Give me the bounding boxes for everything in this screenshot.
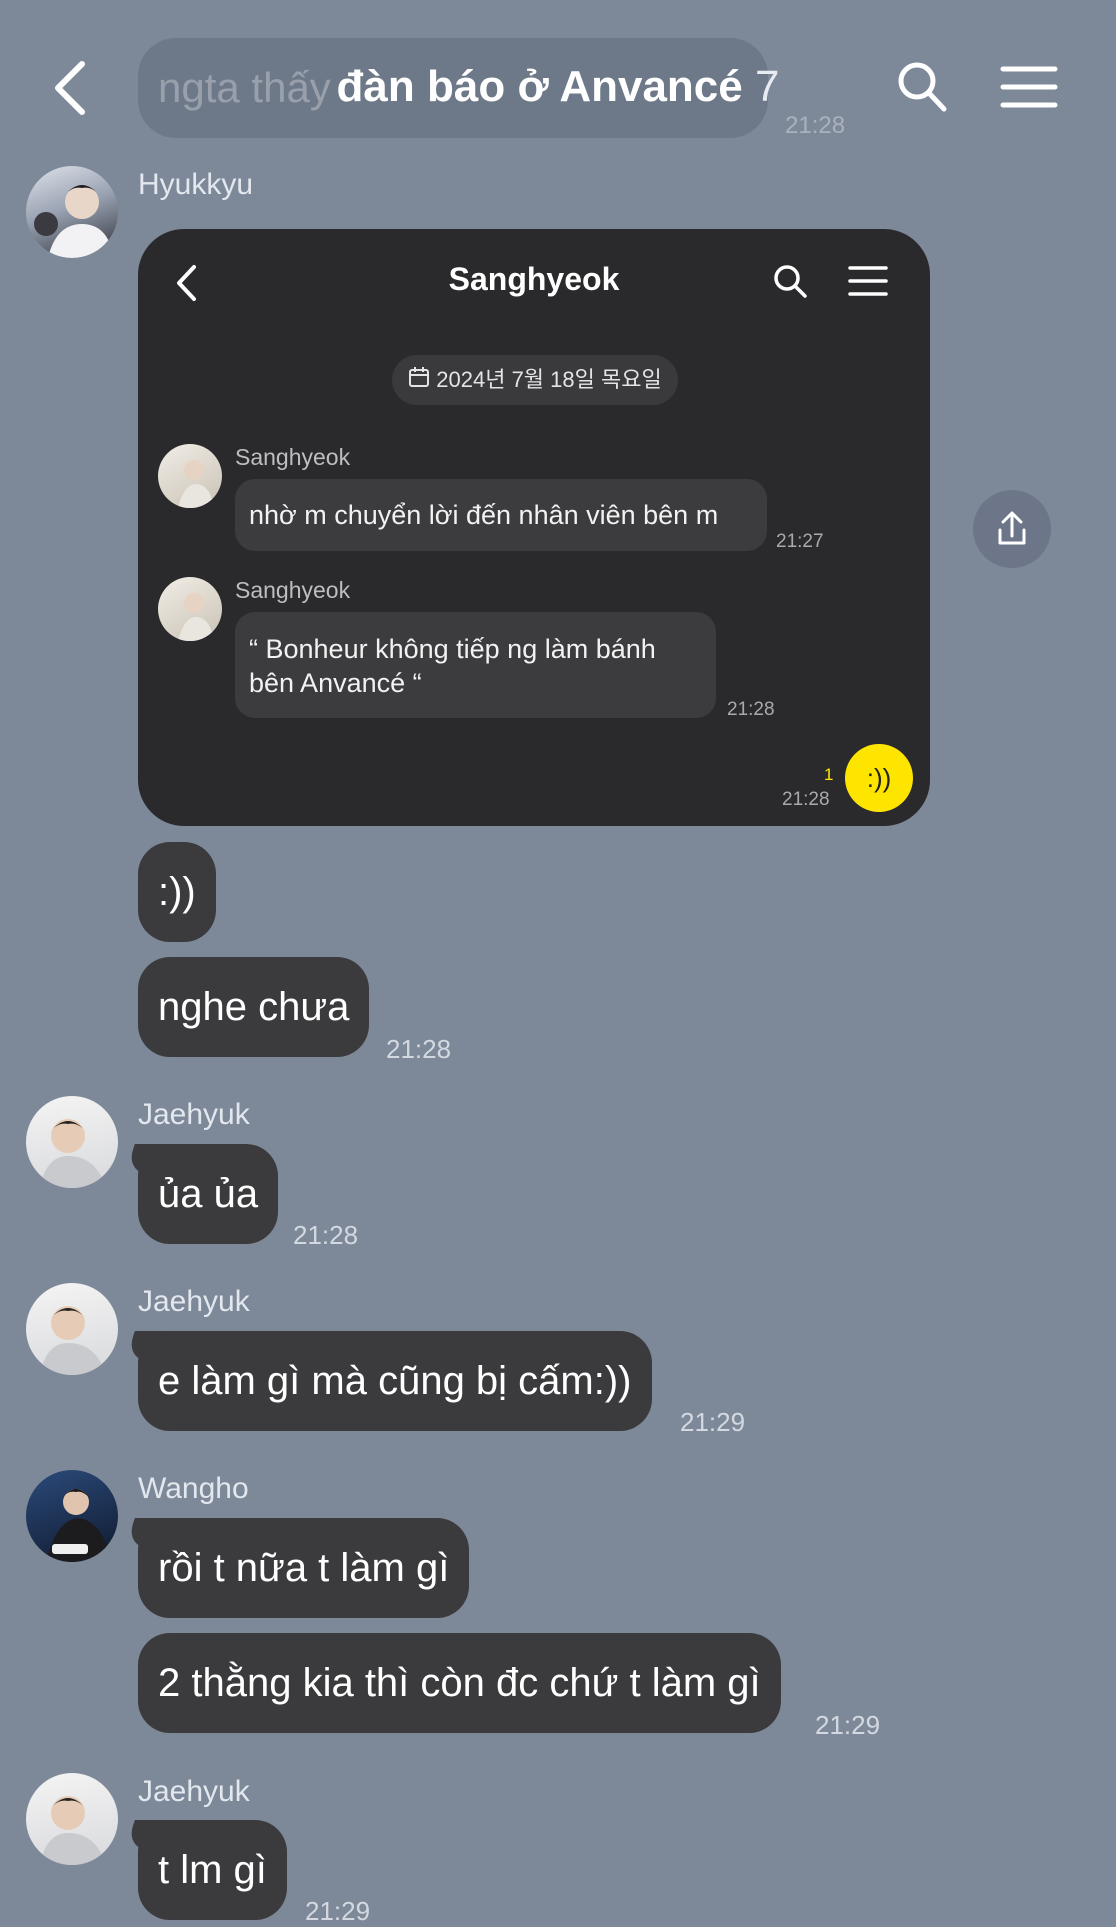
mini-message-bubble: “ Bonheur không tiếp ng làm bánh bên Anv…	[235, 612, 716, 718]
avatar-jaehyuk[interactable]	[26, 1096, 118, 1188]
chat-title: đàn báo ở Anvancé 7	[0, 62, 1116, 112]
message-text: t lm gì	[158, 1848, 267, 1892]
avatar-jaehyuk[interactable]	[26, 1283, 118, 1375]
message-text: 2 thằng kia thì còn đc chứ t làm gì	[158, 1661, 761, 1705]
mini-sender-name: Sanghyeok	[235, 577, 351, 603]
message-time: 21:28	[386, 1034, 452, 1064]
mini-message-time: 21:28	[782, 789, 830, 810]
search-icon[interactable]	[896, 60, 948, 119]
mini-message-time: 21:28	[727, 699, 775, 720]
sender-name: Jaehyuk	[138, 1775, 250, 1808]
message-time: 21:29	[305, 1896, 371, 1926]
share-icon	[998, 511, 1026, 545]
menu-icon	[848, 265, 888, 302]
date-divider: 2024년 7월 18일 목요일	[392, 355, 678, 405]
mini-message-text: nhờ m chuyển lời đến nhân viên bên m	[249, 500, 719, 530]
calendar-icon	[408, 356, 430, 406]
menu-icon[interactable]	[1000, 64, 1058, 115]
chat-title-text: đàn báo ở Anvancé	[336, 62, 743, 111]
message-time: 21:29	[815, 1710, 881, 1740]
message-text: e làm gì mà cũng bị cấm:))	[158, 1359, 632, 1403]
date-text: 2024년 7월 18일 목요일	[436, 367, 662, 392]
sender-name: Jaehyuk	[138, 1098, 250, 1131]
message-bubble[interactable]: rồi t nữa t làm gì	[138, 1518, 470, 1618]
avatar-sanghyeok	[158, 444, 222, 508]
message-time: 21:28	[293, 1220, 359, 1250]
message-text: ủa ủa	[158, 1172, 259, 1216]
message-text: nghe chưa	[158, 985, 350, 1029]
message-text: rồi t nữa t làm gì	[158, 1546, 450, 1590]
mini-sender-name: Sanghyeok	[235, 444, 351, 470]
card-title: Sanghyeok	[448, 261, 620, 297]
search-icon	[772, 263, 808, 304]
member-count: 7	[754, 62, 780, 111]
mini-message-bubble: nhờ m chuyển lời đến nhân viên bên m	[235, 479, 767, 551]
shared-screenshot-image[interactable]: Sanghyeok 2024년 7월 18일 목요일 Sanghyeok nhờ…	[138, 229, 930, 826]
avatar-wangho[interactable]	[26, 1470, 118, 1562]
message-bubble[interactable]: ủa ủa	[138, 1144, 279, 1244]
message-time: 21:29	[680, 1407, 746, 1437]
share-button[interactable]	[973, 490, 1051, 568]
mini-message-line: bên Anvancé “	[249, 668, 422, 698]
sent-message-text: :))	[866, 763, 892, 793]
message-bubble[interactable]: e làm gì mà cũng bị cấm:))	[138, 1331, 652, 1431]
sender-name: Jaehyuk	[138, 1285, 250, 1318]
sender-name: Wangho	[138, 1472, 249, 1505]
avatar-hyukkyu[interactable]	[26, 166, 118, 258]
message-bubble[interactable]: 2 thằng kia thì còn đc chứ t làm gì	[138, 1633, 781, 1733]
unread-count: 1	[824, 765, 834, 784]
message-bubble[interactable]: nghe chưa	[138, 957, 370, 1057]
message-bubble[interactable]: :))	[138, 842, 216, 942]
message-text: :))	[158, 870, 196, 914]
avatar-sanghyeok	[158, 577, 222, 641]
mini-message-line: “ Bonheur không tiếp ng làm bánh	[249, 634, 656, 664]
avatar-jaehyuk[interactable]	[26, 1773, 118, 1865]
message-bubble[interactable]: t lm gì	[138, 1820, 287, 1920]
mini-message-time: 21:27	[776, 531, 824, 552]
sender-name: Hyukkyu	[138, 168, 254, 201]
sent-message-bubble: :))	[845, 744, 913, 812]
faded-time: 21:28	[785, 112, 846, 139]
